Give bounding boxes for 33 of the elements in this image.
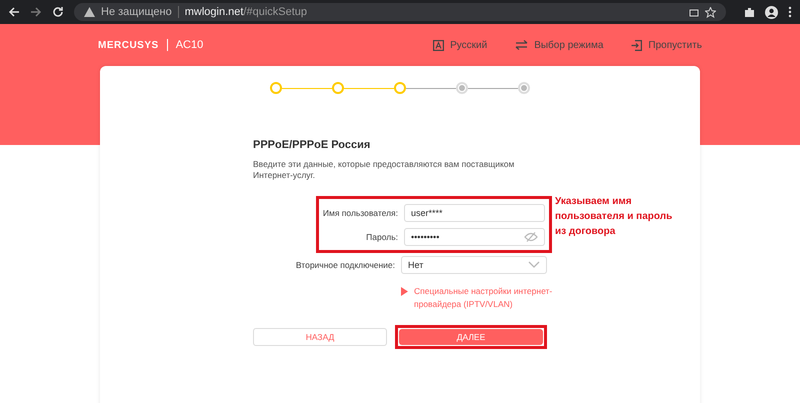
reload-icon[interactable] bbox=[52, 6, 64, 18]
username-field[interactable]: user**** bbox=[404, 204, 545, 222]
menu-icon[interactable] bbox=[788, 6, 792, 18]
advanced-settings-link[interactable]: Специальные настройки интернет-провайдера (IPTV/VLAN) bbox=[414, 285, 584, 311]
forward-icon[interactable] bbox=[30, 6, 42, 18]
language-icon bbox=[433, 40, 444, 50]
star-icon[interactable] bbox=[705, 6, 716, 18]
url-text: mwlogin.net/#quickSetup bbox=[184, 6, 308, 18]
field-label: Имя пользователя: bbox=[322, 208, 398, 218]
swap-icon bbox=[515, 40, 528, 50]
next-button[interactable]: ДАЛЕЕ bbox=[399, 328, 543, 345]
header-link[interactable]: Русский bbox=[433, 40, 488, 50]
puzzle-icon[interactable] bbox=[744, 6, 755, 18]
select-field[interactable]: Нет bbox=[401, 256, 547, 274]
annotation-text: Указываем имя пользователя и пароль из договора bbox=[555, 195, 674, 239]
brand-logo: MERCUSYS bbox=[98, 40, 159, 50]
back-button[interactable]: НАЗАД bbox=[253, 328, 387, 346]
exit-icon bbox=[631, 40, 642, 50]
profile-icon[interactable] bbox=[765, 6, 778, 18]
security-label: Не защищено bbox=[101, 6, 179, 18]
field-label: Пароль: bbox=[365, 232, 398, 242]
field-label: Вторичное подключение: bbox=[294, 260, 395, 270]
chevron-icon bbox=[528, 261, 540, 270]
address-bar[interactable]: Не защищено mwlogin.net/#quickSetup bbox=[74, 3, 726, 21]
header-link[interactable]: Пропустить bbox=[631, 40, 702, 50]
warning-icon bbox=[84, 7, 95, 17]
form-title: PPPoE/PPPoE Россия bbox=[253, 139, 372, 151]
triangle-icon bbox=[401, 287, 408, 296]
header-link[interactable]: Выбор режима bbox=[515, 40, 604, 50]
back-icon[interactable] bbox=[8, 6, 20, 18]
model-name: AC10 bbox=[166, 39, 204, 51]
form-description: Введите эти данные, которые предоставляются вам поставщиком Интернет-услуг. bbox=[253, 159, 516, 180]
password-field[interactable]: ••••••••• bbox=[404, 228, 545, 246]
